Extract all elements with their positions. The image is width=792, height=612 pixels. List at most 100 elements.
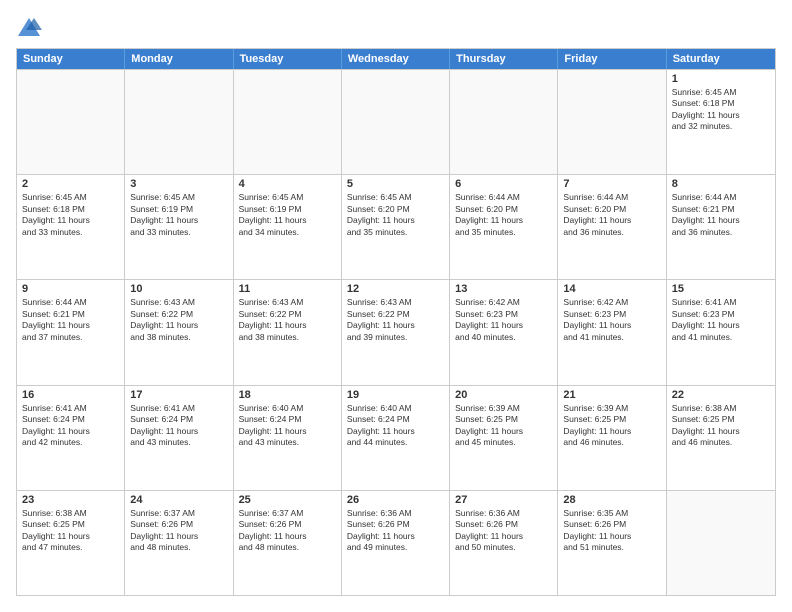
calendar-cell (125, 70, 233, 174)
calendar-cell: 23 Sunrise: 6:38 AM Sunset: 6:25 PM Dayli… (17, 491, 125, 595)
cell-info: Sunrise: 6:38 AM Sunset: 6:25 PM Dayligh… (672, 403, 770, 449)
day-number: 22 (672, 389, 770, 401)
day-number: 11 (239, 283, 336, 295)
cell-info: Sunrise: 6:39 AM Sunset: 6:25 PM Dayligh… (563, 403, 660, 449)
day-number: 18 (239, 389, 336, 401)
calendar-cell: 20 Sunrise: 6:39 AM Sunset: 6:25 PM Dayli… (450, 386, 558, 490)
header-day-wednesday: Wednesday (342, 49, 450, 69)
day-number: 9 (22, 283, 119, 295)
calendar-header: SundayMondayTuesdayWednesdayThursdayFrid… (17, 49, 775, 69)
day-number: 12 (347, 283, 444, 295)
header-day-monday: Monday (125, 49, 233, 69)
header (16, 16, 776, 38)
day-number: 4 (239, 178, 336, 190)
calendar-cell: 1 Sunrise: 6:45 AM Sunset: 6:18 PM Daylig… (667, 70, 775, 174)
cell-info: Sunrise: 6:41 AM Sunset: 6:23 PM Dayligh… (672, 297, 770, 343)
day-number: 3 (130, 178, 227, 190)
calendar-cell: 7 Sunrise: 6:44 AM Sunset: 6:20 PM Daylig… (558, 175, 666, 279)
cell-info: Sunrise: 6:42 AM Sunset: 6:23 PM Dayligh… (563, 297, 660, 343)
cell-info: Sunrise: 6:42 AM Sunset: 6:23 PM Dayligh… (455, 297, 552, 343)
calendar-cell: 9 Sunrise: 6:44 AM Sunset: 6:21 PM Daylig… (17, 280, 125, 384)
day-number: 20 (455, 389, 552, 401)
calendar-cell: 19 Sunrise: 6:40 AM Sunset: 6:24 PM Dayli… (342, 386, 450, 490)
day-number: 13 (455, 283, 552, 295)
calendar-body: 1 Sunrise: 6:45 AM Sunset: 6:18 PM Daylig… (17, 69, 775, 595)
logo (16, 16, 44, 38)
day-number: 26 (347, 494, 444, 506)
cell-info: Sunrise: 6:37 AM Sunset: 6:26 PM Dayligh… (239, 508, 336, 554)
cell-info: Sunrise: 6:45 AM Sunset: 6:20 PM Dayligh… (347, 192, 444, 238)
page: SundayMondayTuesdayWednesdayThursdayFrid… (0, 0, 792, 612)
day-number: 2 (22, 178, 119, 190)
calendar-cell (558, 70, 666, 174)
day-number: 24 (130, 494, 227, 506)
cell-info: Sunrise: 6:36 AM Sunset: 6:26 PM Dayligh… (455, 508, 552, 554)
calendar-cell (667, 491, 775, 595)
calendar-cell: 17 Sunrise: 6:41 AM Sunset: 6:24 PM Dayli… (125, 386, 233, 490)
cell-info: Sunrise: 6:44 AM Sunset: 6:21 PM Dayligh… (672, 192, 770, 238)
day-number: 28 (563, 494, 660, 506)
calendar-cell (342, 70, 450, 174)
calendar-cell: 2 Sunrise: 6:45 AM Sunset: 6:18 PM Daylig… (17, 175, 125, 279)
calendar-cell: 26 Sunrise: 6:36 AM Sunset: 6:26 PM Dayli… (342, 491, 450, 595)
day-number: 23 (22, 494, 119, 506)
day-number: 7 (563, 178, 660, 190)
calendar-cell: 15 Sunrise: 6:41 AM Sunset: 6:23 PM Dayli… (667, 280, 775, 384)
calendar-cell: 5 Sunrise: 6:45 AM Sunset: 6:20 PM Daylig… (342, 175, 450, 279)
calendar-week-2: 9 Sunrise: 6:44 AM Sunset: 6:21 PM Daylig… (17, 279, 775, 384)
logo-icon (16, 16, 42, 38)
day-number: 16 (22, 389, 119, 401)
day-number: 17 (130, 389, 227, 401)
day-number: 21 (563, 389, 660, 401)
cell-info: Sunrise: 6:45 AM Sunset: 6:18 PM Dayligh… (672, 87, 770, 133)
cell-info: Sunrise: 6:39 AM Sunset: 6:25 PM Dayligh… (455, 403, 552, 449)
calendar-cell: 11 Sunrise: 6:43 AM Sunset: 6:22 PM Dayli… (234, 280, 342, 384)
cell-info: Sunrise: 6:36 AM Sunset: 6:26 PM Dayligh… (347, 508, 444, 554)
calendar-cell: 8 Sunrise: 6:44 AM Sunset: 6:21 PM Daylig… (667, 175, 775, 279)
calendar-cell (234, 70, 342, 174)
header-day-saturday: Saturday (667, 49, 775, 69)
cell-info: Sunrise: 6:41 AM Sunset: 6:24 PM Dayligh… (130, 403, 227, 449)
calendar-cell: 13 Sunrise: 6:42 AM Sunset: 6:23 PM Dayli… (450, 280, 558, 384)
cell-info: Sunrise: 6:38 AM Sunset: 6:25 PM Dayligh… (22, 508, 119, 554)
calendar-week-4: 23 Sunrise: 6:38 AM Sunset: 6:25 PM Dayli… (17, 490, 775, 595)
cell-info: Sunrise: 6:43 AM Sunset: 6:22 PM Dayligh… (347, 297, 444, 343)
header-day-friday: Friday (558, 49, 666, 69)
calendar-week-0: 1 Sunrise: 6:45 AM Sunset: 6:18 PM Daylig… (17, 69, 775, 174)
cell-info: Sunrise: 6:43 AM Sunset: 6:22 PM Dayligh… (239, 297, 336, 343)
cell-info: Sunrise: 6:44 AM Sunset: 6:20 PM Dayligh… (455, 192, 552, 238)
cell-info: Sunrise: 6:45 AM Sunset: 6:18 PM Dayligh… (22, 192, 119, 238)
day-number: 5 (347, 178, 444, 190)
calendar-week-1: 2 Sunrise: 6:45 AM Sunset: 6:18 PM Daylig… (17, 174, 775, 279)
calendar-cell: 25 Sunrise: 6:37 AM Sunset: 6:26 PM Dayli… (234, 491, 342, 595)
calendar-cell: 12 Sunrise: 6:43 AM Sunset: 6:22 PM Dayli… (342, 280, 450, 384)
calendar: SundayMondayTuesdayWednesdayThursdayFrid… (16, 48, 776, 596)
cell-info: Sunrise: 6:40 AM Sunset: 6:24 PM Dayligh… (239, 403, 336, 449)
calendar-cell: 24Sunrise: 6:37 AM Sunset: 6:26 PM Dayli… (125, 491, 233, 595)
day-number: 1 (672, 73, 770, 85)
day-number: 27 (455, 494, 552, 506)
calendar-cell: 14Sunrise: 6:42 AM Sunset: 6:23 PM Dayli… (558, 280, 666, 384)
calendar-cell: 3Sunrise: 6:45 AM Sunset: 6:19 PM Daylig… (125, 175, 233, 279)
day-number: 15 (672, 283, 770, 295)
cell-info: Sunrise: 6:35 AM Sunset: 6:26 PM Dayligh… (563, 508, 660, 554)
calendar-cell (17, 70, 125, 174)
header-day-tuesday: Tuesday (234, 49, 342, 69)
day-number: 19 (347, 389, 444, 401)
header-day-thursday: Thursday (450, 49, 558, 69)
calendar-cell: 10 Sunrise: 6:43 AM Sunset: 6:22 PM Dayli… (125, 280, 233, 384)
calendar-cell: 21 Sunrise: 6:39 AM Sunset: 6:25 PM Dayli… (558, 386, 666, 490)
day-number: 10 (130, 283, 227, 295)
cell-info: Sunrise: 6:44 AM Sunset: 6:21 PM Dayligh… (22, 297, 119, 343)
calendar-cell: 4Sunrise: 6:45 AM Sunset: 6:19 PM Daylig… (234, 175, 342, 279)
cell-info: Sunrise: 6:43 AM Sunset: 6:22 PM Dayligh… (130, 297, 227, 343)
calendar-cell (450, 70, 558, 174)
calendar-cell: 22 Sunrise: 6:38 AM Sunset: 6:25 PM Dayli… (667, 386, 775, 490)
day-number: 25 (239, 494, 336, 506)
header-day-sunday: Sunday (17, 49, 125, 69)
cell-info: Sunrise: 6:40 AM Sunset: 6:24 PM Dayligh… (347, 403, 444, 449)
cell-info: Sunrise: 6:44 AM Sunset: 6:20 PM Dayligh… (563, 192, 660, 238)
calendar-cell: 28 Sunrise: 6:35 AM Sunset: 6:26 PM Dayli… (558, 491, 666, 595)
day-number: 8 (672, 178, 770, 190)
calendar-cell: 6Sunrise: 6:44 AM Sunset: 6:20 PM Daylig… (450, 175, 558, 279)
